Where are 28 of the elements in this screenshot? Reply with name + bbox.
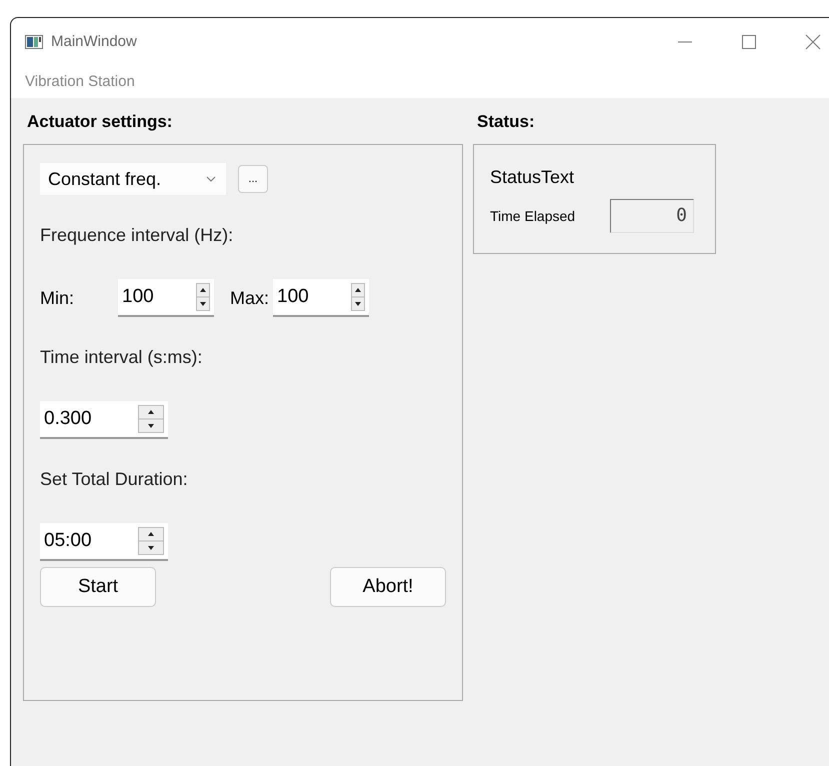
max-label: Max: xyxy=(230,288,270,308)
frequency-label: Frequence interval (Hz): xyxy=(40,225,234,247)
spin-arrows-icon[interactable] xyxy=(138,527,164,555)
close-icon[interactable] xyxy=(805,34,821,50)
min-spinbox[interactable]: 100 xyxy=(118,279,214,317)
app-icon xyxy=(25,34,43,48)
mode-dropdown[interactable]: Constant freq. xyxy=(40,163,226,195)
lcd-display: 0 xyxy=(610,199,694,233)
time-interval-label: Time interval (s:ms): xyxy=(40,347,204,369)
status-text: StatusText xyxy=(490,167,576,189)
more-button[interactable]: ... xyxy=(238,165,268,193)
duration-label: Set Total Duration: xyxy=(40,469,189,491)
spin-arrows-icon[interactable] xyxy=(351,283,366,311)
duration-spinbox[interactable]: 05:00 xyxy=(40,523,168,561)
max-spinbox[interactable]: 100 xyxy=(273,279,370,317)
spin-arrows-icon[interactable] xyxy=(138,405,164,433)
time-interval-spinbox[interactable]: 0.300 xyxy=(40,401,168,439)
section-heading: Status: xyxy=(476,112,536,133)
window-title: MainWindow xyxy=(51,33,137,50)
min-label: Min: xyxy=(40,288,76,308)
abort-button[interactable]: Abort! xyxy=(330,567,446,607)
start-button[interactable]: Start xyxy=(40,567,156,607)
menu-item[interactable]: Vibration Station xyxy=(25,73,135,90)
chevron-icon xyxy=(206,176,216,182)
time-elapsed-label: Time Elapsed xyxy=(490,208,576,224)
section-heading: Actuator settings: xyxy=(26,112,174,133)
maximize-icon[interactable] xyxy=(741,34,757,50)
spin-arrows-icon[interactable] xyxy=(196,283,210,311)
